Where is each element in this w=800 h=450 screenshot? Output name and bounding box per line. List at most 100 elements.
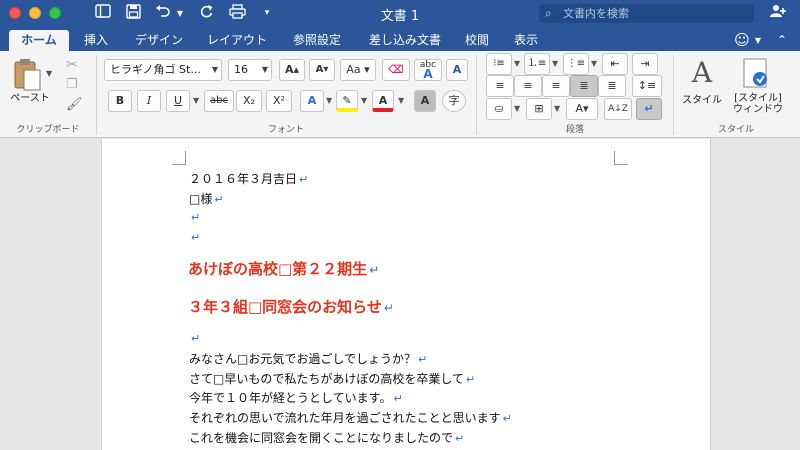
align-right-icon[interactable]: ≡ — [542, 75, 570, 97]
strikethrough-button[interactable]: abc — [204, 90, 234, 112]
search-document-input[interactable]: ⌕ 文書内を検索 — [539, 4, 754, 23]
document-line[interactable]: ↵ — [189, 331, 200, 345]
asian-layout-icon[interactable]: A▾ — [566, 98, 598, 120]
document-page[interactable]: ２０１６年３月吉日 ↵ □様 ↵ ↵ ↵ あけぼの高校□第２２期生 ↵ ３年３組□同窓… — [101, 139, 711, 450]
sidebar-toggle-icon[interactable] — [94, 4, 112, 23]
heading-text: ３年３組□同窓会のお知らせ — [188, 298, 382, 316]
paste-button[interactable] — [10, 57, 44, 91]
cut-icon[interactable]: ✂ — [66, 57, 78, 73]
document-line[interactable]: ↵ — [189, 230, 200, 244]
close-window-button[interactable] — [9, 7, 21, 19]
font-name-dropdown[interactable]: ヒラギノ角ゴ St... ▼ — [104, 59, 222, 81]
format-painter-icon[interactable]: 🖌 — [66, 97, 83, 112]
font-color-dropdown-icon[interactable]: ▼ — [398, 96, 404, 105]
numbering-dropdown-icon[interactable]: ▼ — [552, 59, 558, 68]
numbering-list-icon[interactable]: ⒈≡ — [524, 53, 550, 75]
paragraph-mark-icon: ↵ — [214, 193, 224, 206]
tab-design[interactable]: デザイン — [126, 30, 192, 51]
line-spacing-icon[interactable]: ↕≡ — [632, 75, 662, 97]
collapse-ribbon-icon[interactable]: ⌃ — [772, 30, 792, 51]
tab-mailings[interactable]: 差し込み文書 — [362, 30, 448, 51]
undo-icon[interactable] — [153, 4, 173, 23]
borders-icon[interactable]: ⊞ — [526, 98, 552, 120]
change-case-button[interactable]: Aa ▾ — [340, 59, 376, 81]
justify-icon[interactable]: ≣ — [570, 75, 598, 97]
shading-bucket-icon[interactable]: ⛀ — [486, 98, 512, 120]
change-case-label: Aa — [346, 63, 361, 76]
highlight-dropdown-icon[interactable]: ▼ — [361, 96, 367, 105]
document-line[interactable]: さて□早いもので私たちがあけぼの高校を卒業して ↵ — [189, 370, 475, 387]
paragraph-mark-icon: ↵ — [465, 373, 476, 386]
align-center-icon[interactable]: ≡ — [514, 75, 542, 97]
bold-button[interactable]: B — [108, 90, 132, 112]
heading-text: あけぼの高校□第２２期生 — [188, 260, 368, 278]
align-left-icon[interactable]: ≡ — [486, 75, 514, 97]
clear-formatting-eraser-icon[interactable]: ⌫ — [382, 59, 410, 81]
document-line[interactable]: 今年で１０年が経とうとしています。 ↵ — [189, 389, 403, 406]
subscript-button[interactable]: X₂ — [236, 90, 262, 112]
styles-pane-button[interactable] — [740, 57, 772, 91]
document-line[interactable]: ↵ — [189, 210, 200, 224]
borders-dropdown-icon[interactable]: ▼ — [554, 104, 560, 113]
decrease-indent-icon[interactable]: ⇤ — [602, 53, 628, 75]
highlight-marker-icon[interactable]: ✎ — [336, 90, 358, 112]
multilevel-list-icon[interactable]: ⋮≡ — [563, 53, 589, 75]
smiley-feedback-icon[interactable]: ☺ — [730, 30, 754, 51]
tab-layout[interactable]: レイアウト — [201, 30, 273, 51]
underline-dropdown-icon[interactable]: ▼ — [193, 96, 199, 105]
line-text: それぞれの思いで流れた年月を過ごされたことと思います — [189, 411, 501, 425]
styles-gallery-icon[interactable]: A — [684, 57, 720, 89]
document-line[interactable]: みなさん□お元気でお過ごしでしょうか？ ↵ — [189, 350, 427, 367]
phonetic-guide-button[interactable]: abc A — [414, 59, 442, 81]
bullets-list-icon[interactable]: ⁝≡ — [486, 53, 512, 75]
share-user-icon[interactable] — [768, 4, 788, 23]
document-heading[interactable]: あけぼの高校□第２２期生 ↵ — [188, 258, 379, 279]
text-effects-icon[interactable]: A — [300, 90, 324, 112]
italic-button[interactable]: I — [137, 90, 161, 112]
sort-icon[interactable]: A↓Z — [604, 98, 632, 120]
font-color-icon[interactable]: A — [372, 90, 394, 112]
document-line[interactable]: ２０１６年３月吉日 ↵ — [189, 170, 308, 187]
minimize-window-button[interactable] — [29, 7, 41, 19]
ribbon: ▼ ペースト ✂ ❐ 🖌 クリップボード ヒラギノ角ゴ St... ▼ 16 ▼… — [0, 51, 800, 138]
maximize-window-button[interactable] — [49, 7, 61, 19]
print-icon[interactable] — [227, 4, 247, 23]
save-icon[interactable] — [124, 4, 142, 23]
tab-insert[interactable]: 挿入 — [76, 30, 116, 51]
increase-indent-icon[interactable]: ⇥ — [632, 53, 658, 75]
show-paragraph-marks-icon[interactable]: ↵ — [636, 98, 662, 120]
document-line[interactable]: □様 ↵ — [189, 190, 224, 207]
paragraph-mark-icon: ↵ — [369, 263, 380, 277]
character-shading-icon[interactable]: A — [414, 90, 436, 112]
shrink-font-button[interactable]: A▾ — [309, 59, 335, 81]
document-line[interactable]: それぞれの思いで流れた年月を過ごされたことと思います ↵ — [189, 409, 512, 426]
undo-dropdown-icon[interactable]: ▼ — [175, 4, 185, 23]
multilevel-dropdown-icon[interactable]: ▼ — [591, 59, 597, 68]
tab-review[interactable]: 校閲 — [457, 30, 497, 51]
line-text: さて□早いもので私たちがあけぼの高校を卒業して — [189, 372, 464, 386]
copy-icon[interactable]: ❐ — [66, 77, 78, 92]
superscript-button[interactable]: X² — [266, 90, 292, 112]
customize-toolbar-icon[interactable]: ▾ — [260, 4, 274, 23]
document-line[interactable]: これを機会に同窓会を開くことになりましたので ↵ — [189, 429, 464, 446]
enclose-characters-button[interactable]: 字 — [442, 90, 466, 112]
paste-dropdown-icon[interactable]: ▼ — [46, 69, 52, 78]
distributed-icon[interactable]: ≣ — [598, 75, 626, 97]
feedback-dropdown-icon[interactable]: ▼ — [752, 30, 764, 51]
line-text: みなさん□お元気でお過ごしでしょうか？ — [189, 352, 416, 366]
redo-icon[interactable] — [197, 4, 215, 23]
text-effects-dropdown-icon[interactable]: ▼ — [326, 96, 332, 105]
paragraph-group-label: 段落 — [565, 125, 584, 135]
font-size-dropdown[interactable]: 16 ▼ — [228, 59, 272, 81]
tab-view[interactable]: 表示 — [506, 30, 546, 51]
document-heading[interactable]: ３年３組□同窓会のお知らせ ↵ — [188, 296, 394, 317]
shading-dropdown-icon[interactable]: ▼ — [514, 104, 520, 113]
paragraph-mark-icon: ↵ — [191, 211, 201, 224]
group-divider — [476, 55, 477, 135]
underline-button[interactable]: U — [166, 90, 190, 112]
tab-home[interactable]: ホーム — [9, 30, 69, 51]
character-border-icon[interactable]: A — [446, 59, 468, 81]
grow-font-button[interactable]: A▴ — [279, 59, 305, 81]
tab-references[interactable]: 参照設定 — [284, 30, 350, 51]
bullets-dropdown-icon[interactable]: ▼ — [514, 59, 520, 68]
